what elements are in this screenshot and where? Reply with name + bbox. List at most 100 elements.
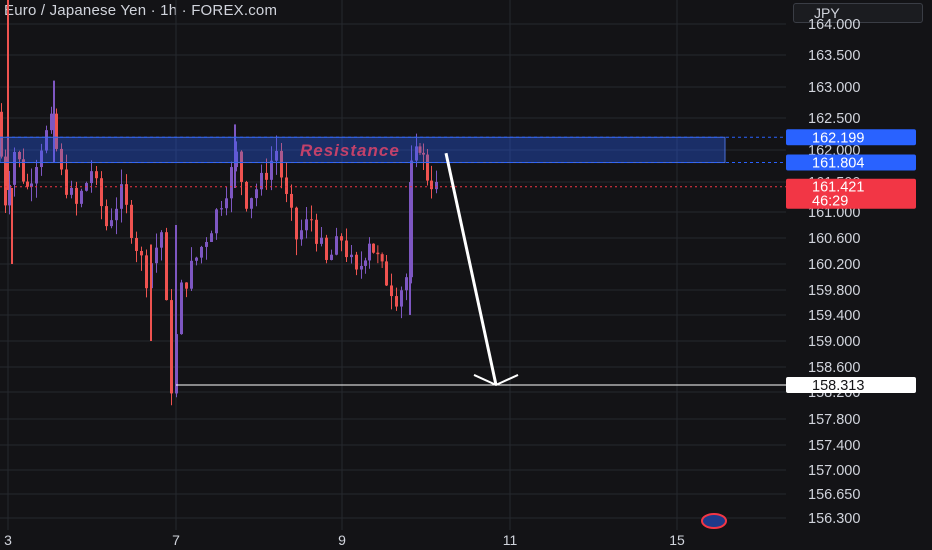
- candle-body: [390, 285, 393, 297]
- candle-body: [300, 230, 303, 240]
- zone-upper-badge: 162.199: [812, 130, 864, 146]
- candle-body: [325, 237, 328, 260]
- candle-body: [185, 282, 188, 289]
- candle-body: [270, 160, 273, 180]
- price-tick-label: 164.000: [808, 17, 860, 33]
- candle-body: [170, 300, 173, 394]
- candle-body: [376, 252, 380, 255]
- candle-body: [215, 209, 218, 234]
- candle-body: [190, 260, 193, 289]
- candle-body: [110, 220, 113, 227]
- time-tick-label: 15: [669, 532, 685, 548]
- candle-body: [380, 254, 384, 262]
- candle-body: [95, 171, 98, 179]
- candle-body: [26, 181, 29, 187]
- candle-body: [430, 180, 433, 190]
- candle-body: [345, 240, 348, 258]
- candle-body: [160, 232, 163, 248]
- candle-body: [145, 255, 148, 289]
- candle-body: [335, 236, 338, 255]
- price-tick-label: 163.500: [808, 48, 860, 64]
- candle-body: [395, 296, 398, 307]
- price-tick-label: 162.500: [808, 111, 860, 127]
- candle-body: [70, 187, 73, 195]
- countdown-label: 46:29: [812, 194, 848, 210]
- candle-body: [230, 167, 233, 199]
- candle-body: [320, 237, 323, 244]
- candle-body: [205, 241, 208, 247]
- grid: [0, 0, 786, 530]
- candle-body: [435, 181, 438, 190]
- candle-body: [200, 246, 203, 258]
- price-axis[interactable]: 164.000163.500163.000162.500162.000161.5…: [808, 17, 860, 527]
- candle-body: [400, 290, 403, 307]
- candle-body: [372, 243, 375, 253]
- candle-body: [210, 233, 213, 242]
- price-tick-label: 157.800: [808, 412, 860, 428]
- candle-body: [100, 178, 103, 207]
- candle-body: [105, 206, 108, 227]
- price-tick-label: 160.200: [808, 257, 860, 273]
- candle-body: [385, 261, 388, 286]
- candle-body: [368, 243, 371, 261]
- time-tick-label: 3: [4, 532, 12, 548]
- price-tick-label: 159.400: [808, 308, 860, 324]
- candle-body: [140, 250, 143, 256]
- candle-body: [50, 113, 53, 131]
- candle-body: [130, 204, 133, 238]
- price-tick-label: 156.650: [808, 487, 860, 503]
- candle-body: [4, 156, 7, 206]
- candle-body: [135, 237, 138, 251]
- resistance-label: Resistance: [300, 141, 400, 160]
- candle-body: [285, 177, 288, 194]
- candle-body: [195, 257, 198, 261]
- candle-body: [265, 172, 268, 180]
- candle-body: [310, 219, 313, 221]
- time-tick-label: 11: [503, 532, 518, 548]
- candle-body: [75, 187, 78, 204]
- candle-body: [115, 208, 118, 221]
- candle-body: [290, 193, 293, 208]
- candle-body: [255, 189, 258, 199]
- candle-body: [155, 247, 158, 264]
- candles: [0, 0, 438, 406]
- candle-body: [30, 183, 33, 187]
- candle-body: [350, 254, 353, 258]
- price-tick-label: 159.000: [808, 334, 860, 350]
- candle-body: [315, 219, 318, 244]
- candle-body: [165, 232, 168, 301]
- price-tick-label: 163.000: [808, 80, 860, 96]
- projection-arrow: [444, 152, 498, 386]
- candle-body: [220, 208, 223, 210]
- price-tick-label: 157.400: [808, 438, 860, 454]
- zone-lower-badge: 161.804: [812, 156, 864, 172]
- logo-icon: [701, 513, 727, 529]
- candle-body: [330, 254, 333, 260]
- price-tick-label: 158.600: [808, 360, 860, 376]
- candle-body: [340, 236, 343, 241]
- candle-body: [250, 198, 253, 209]
- price-tick-label: 160.600: [808, 231, 860, 247]
- candle-body: [225, 198, 228, 209]
- candle-body: [245, 181, 248, 209]
- candle-body: [364, 260, 367, 266]
- candle-body: [405, 277, 408, 291]
- candle-body: [80, 190, 83, 204]
- target-badge: 158.313: [812, 378, 864, 394]
- price-tick-label: 157.000: [808, 463, 860, 479]
- candle-body: [35, 167, 38, 184]
- candle-body: [65, 169, 68, 195]
- time-tick-label: 9: [338, 532, 346, 548]
- candle-body: [90, 171, 93, 184]
- candle-body: [355, 254, 358, 270]
- candle-body: [180, 282, 183, 335]
- candle-body: [360, 265, 363, 270]
- time-axis[interactable]: 3 7 9 11 15: [4, 532, 685, 548]
- annotations: Resistance: [0, 136, 786, 387]
- price-tick-label: 156.300: [808, 511, 860, 527]
- candle-body: [120, 184, 123, 209]
- candle-body: [295, 207, 298, 240]
- candle-body: [125, 184, 128, 205]
- chart[interactable]: Resistance 164.000 163.500 163.000 162.500 1…: [0, 0, 932, 550]
- time-tick-label: 7: [172, 532, 180, 548]
